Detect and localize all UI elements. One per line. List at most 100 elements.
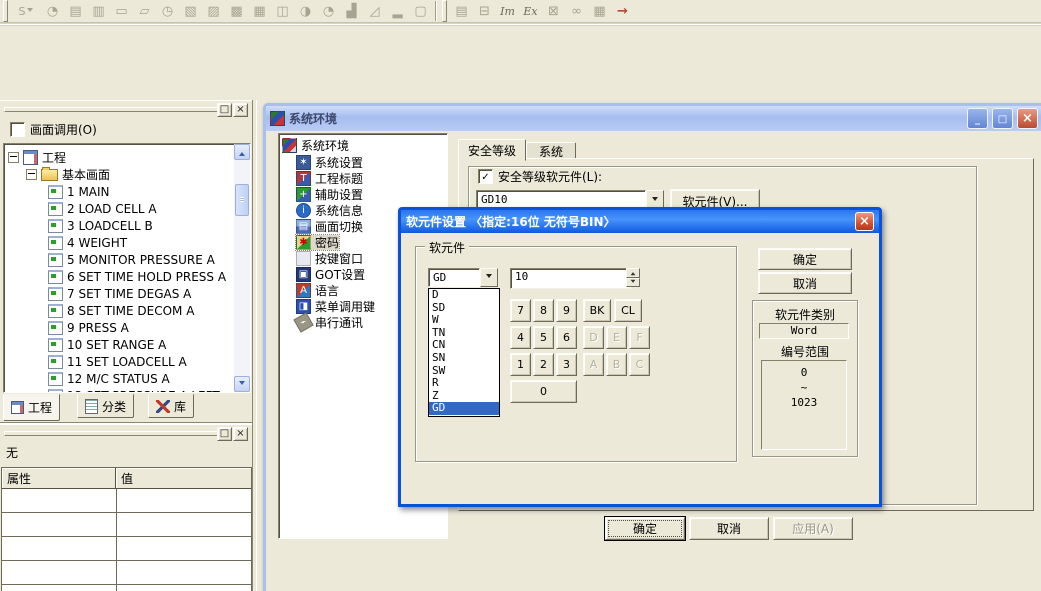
tree-item-screen[interactable]: 2 LOAD CELL A [48,200,157,217]
panel-close-button[interactable] [233,103,248,117]
lamp-object-button[interactable] [41,0,64,22]
panel-drag-handle[interactable] [4,431,220,436]
switch-dropdown-button[interactable]: S [11,0,41,22]
time-display-button[interactable] [133,0,156,22]
tree-item-screen[interactable]: 10 SET RANGE A [48,336,166,353]
tree-scrollbar[interactable] [234,144,250,392]
export-button[interactable]: Ex [519,0,542,22]
line-graph-button[interactable] [363,0,386,22]
key-8[interactable]: 8 [533,299,554,322]
tree-item-screen[interactable]: 9 PRESS A [48,319,129,336]
statistics-graph-button[interactable] [409,0,432,22]
table-row[interactable] [2,537,251,561]
ascii-display-button[interactable] [87,0,110,22]
collapse-icon[interactable] [26,169,37,180]
alarm-list-button[interactable] [248,0,271,22]
numerical-display-button[interactable] [64,0,87,22]
collapse-icon[interactable] [8,152,19,163]
toolbar-grip[interactable] [3,0,8,22]
import-button[interactable]: Im [496,0,519,22]
data-list-button[interactable] [588,0,611,22]
device-number-input[interactable]: 10 [510,268,632,289]
maximize-button[interactable] [992,108,1013,129]
tree-item-project-root[interactable]: 工程 [8,149,66,166]
security-device-checkbox[interactable] [478,169,493,184]
parts-display-button[interactable] [271,0,294,22]
dropdown-option-selected[interactable]: GD [429,402,499,415]
tab-category[interactable]: 分类 [77,394,134,418]
key-backspace[interactable]: BK [583,299,611,322]
dropdown-option[interactable]: D [429,289,499,302]
dropdown-option[interactable]: SW [429,365,499,378]
tree-item-screen[interactable]: 13 SET PRESSURE A LEFT [48,387,220,393]
panel-restore-button[interactable] [217,103,232,117]
env-item-password[interactable]: 密码 [296,235,339,250]
tab-project[interactable]: 工程 [3,394,60,421]
comment-display-button[interactable] [179,0,202,22]
scroll-up-button[interactable] [234,144,250,160]
tree-item-screen[interactable]: 6 SET TIME HOLD PRESS A [48,268,226,285]
dialog-cancel-button[interactable]: 取消 [758,272,852,294]
tree-item-screen[interactable]: 4 WEIGHT [48,234,127,251]
date-display-button[interactable] [110,0,133,22]
env-item-menu-call-key[interactable]: 菜单调用键 [296,299,375,314]
minimize-button[interactable] [967,108,988,129]
env-item-project-title[interactable]: 工程标题 [296,171,363,186]
panel-restore-button[interactable] [217,427,232,441]
tree-item-screen[interactable]: 11 SET LOADCELL A [48,353,187,370]
tree-item-screen[interactable]: 7 SET TIME DEGAS A [48,285,191,302]
scroll-down-button[interactable] [234,376,250,392]
chevron-down-icon[interactable] [480,268,498,287]
env-item-got-setup[interactable]: GOT设置 [296,267,365,282]
tab-security-level[interactable]: 安全等级 [458,139,526,161]
key-2[interactable]: 2 [533,353,554,376]
alarm-history-button[interactable] [225,0,248,22]
parts-movement-button[interactable] [294,0,317,22]
forward-button[interactable] [611,0,634,22]
env-item-auxiliary-settings[interactable]: 辅助设置 [296,187,363,202]
tree-item-screen[interactable]: 1 MAIN [48,183,110,200]
screen-image-button[interactable] [542,0,565,22]
key-4[interactable]: 4 [510,326,531,349]
spinner-down-button[interactable] [626,278,640,288]
table-row[interactable] [2,513,251,537]
dialog-title-bar[interactable]: 软元件设置 〈指定:16位 无符号BIN〉 [401,210,879,233]
tree-item-base-screens[interactable]: 基本画面 [26,166,110,183]
table-row[interactable] [2,489,251,513]
env-apply-button[interactable]: 应用(A) [773,517,853,540]
screen-call-checkbox[interactable] [10,122,25,137]
key-3[interactable]: 3 [556,353,577,376]
env-ok-button[interactable]: 确定 [605,517,685,540]
dialog-close-button[interactable] [855,212,874,231]
bar-graph-button[interactable] [386,0,409,22]
set-overlay-button[interactable] [473,0,496,22]
toolbar-grip[interactable] [442,0,447,22]
tree-item-screen[interactable]: 12 M/C STATUS A [48,370,170,387]
word-comment-button[interactable] [202,0,225,22]
dropdown-option[interactable]: SN [429,352,499,365]
scrollbar-thumb[interactable] [235,184,249,216]
key-1[interactable]: 1 [510,353,531,376]
env-tree-root[interactable]: 系统环境 [282,138,349,153]
env-item-language[interactable]: 语言 [296,283,339,298]
key-5[interactable]: 5 [533,326,554,349]
key-9[interactable]: 9 [556,299,577,322]
key-6[interactable]: 6 [556,326,577,349]
close-button[interactable] [1017,108,1038,129]
find-device-button[interactable] [565,0,588,22]
env-item-system-information[interactable]: 系统信息 [296,203,363,218]
env-cancel-button[interactable]: 取消 [689,517,769,540]
tree-item-screen[interactable]: 5 MONITOR PRESSURE A [48,251,215,268]
tree-item-screen[interactable]: 8 SET TIME DECOM A [48,302,194,319]
device-type-combo[interactable]: GD [428,268,498,287]
env-item-screen-switching[interactable]: 画面切换 [296,219,363,234]
key-7[interactable]: 7 [510,299,531,322]
panel-splitter[interactable] [252,100,257,591]
spinner-up-button[interactable] [626,268,640,278]
trend-graph-button[interactable] [340,0,363,22]
dialog-ok-button[interactable]: 确定 [758,248,852,270]
key-clear[interactable]: CL [614,299,642,322]
dropdown-option[interactable]: R [429,377,499,390]
panel-meter-button[interactable] [317,0,340,22]
env-item-key-window[interactable]: 按键窗口 [296,251,363,266]
